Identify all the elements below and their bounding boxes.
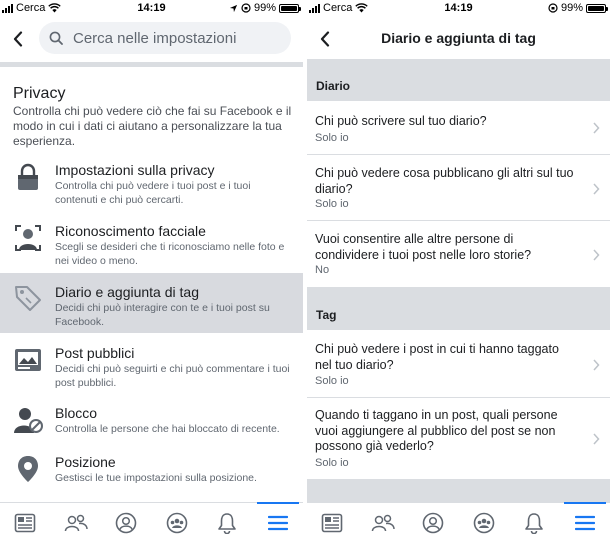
news-feed-icon xyxy=(14,513,36,532)
menu-icon xyxy=(267,515,288,530)
friends-icon xyxy=(64,514,88,531)
battery-percent: 99% xyxy=(560,2,583,14)
groups-icon xyxy=(166,512,188,533)
block-user-icon xyxy=(14,408,43,433)
setting-public-posts[interactable]: Post pubblici Decidi chi può seguirti e … xyxy=(0,339,303,399)
tab-profile[interactable] xyxy=(408,503,459,542)
chevron-left-icon xyxy=(13,31,23,47)
privacy-section-title: Privacy xyxy=(13,85,66,102)
setting-row[interactable]: Vuoi consentire alle altre persone di co… xyxy=(307,221,610,288)
row-value: Solo io xyxy=(315,198,349,210)
profile-icon xyxy=(115,512,137,533)
setting-description: Decidi chi può interagire con te e i tuo… xyxy=(55,302,270,328)
chevron-right-icon xyxy=(593,249,600,261)
setting-face-recognition[interactable]: Riconoscimento facciale Scegli se deside… xyxy=(0,217,303,277)
groups-icon xyxy=(473,512,495,533)
setting-privacy-settings[interactable]: Impostazioni sulla privacy Controlla chi… xyxy=(0,156,303,216)
orientation-lock-icon xyxy=(548,3,558,13)
tab-friends[interactable] xyxy=(358,503,409,542)
row-title: Quando ti taggano in un post, quali pers… xyxy=(315,408,558,453)
back-button[interactable] xyxy=(0,17,36,61)
row-title: Vuoi consentire alle altre persone di co… xyxy=(315,232,532,262)
status-bar: Cerca 14:19 99% xyxy=(0,0,303,17)
row-value: Solo io xyxy=(315,132,349,144)
news-feed-icon xyxy=(321,513,343,532)
row-title: Chi può vedere cosa pubblicano gli altri… xyxy=(315,166,574,196)
section-header-tag: Tag xyxy=(307,288,610,330)
page-title: Diario e aggiunta di tag xyxy=(381,30,536,46)
search-bar[interactable] xyxy=(39,22,291,54)
setting-description: Decidi chi può seguirti e chi può commen… xyxy=(55,363,290,389)
chevron-right-icon xyxy=(593,359,600,371)
row-value: Solo io xyxy=(315,457,349,469)
row-title: Chi può vedere i post in cui ti hanno ta… xyxy=(315,342,559,372)
setting-title: Posizione xyxy=(55,454,116,470)
setting-description: Controlla chi può vedere i tuoi post e i… xyxy=(55,180,251,206)
tab-bar xyxy=(0,502,303,542)
row-title: Chi può scrivere sul tuo diario? xyxy=(315,114,487,128)
setting-title: Post pubblici xyxy=(55,345,135,361)
lock-icon xyxy=(18,163,38,190)
tag-icon xyxy=(15,286,41,311)
tab-news-feed[interactable] xyxy=(0,503,51,542)
tab-friends[interactable] xyxy=(51,503,102,542)
setting-description: Controlla le persone che hai bloccato di… xyxy=(55,423,280,435)
setting-row[interactable]: Chi può scrivere sul tuo diario? Solo io xyxy=(307,101,610,155)
orientation-lock-icon xyxy=(241,3,251,13)
status-right: 99% xyxy=(548,2,608,14)
timeline-tagging-screen: Cerca 14:19 99% Diario e aggiunta di tag… xyxy=(307,0,610,542)
setting-description: Gestisci le tue impostazioni sulla posiz… xyxy=(55,472,257,484)
section-header-timeline: Diario xyxy=(307,59,610,101)
settings-header xyxy=(0,17,303,61)
setting-row[interactable]: Quando ti taggano in un post, quali pers… xyxy=(307,398,610,480)
row-value: Solo io xyxy=(315,375,349,387)
setting-title: Riconoscimento facciale xyxy=(55,223,206,239)
privacy-section-description: Controlla chi può vedere ciò che fai su … xyxy=(13,104,292,148)
search-icon xyxy=(49,31,63,45)
battery-icon xyxy=(279,3,301,13)
battery-icon xyxy=(586,3,608,13)
face-recognition-icon xyxy=(15,225,41,251)
notifications-bell-icon xyxy=(525,512,544,534)
setting-row[interactable]: Chi può vedere i post in cui ti hanno ta… xyxy=(307,330,610,398)
notifications-bell-icon xyxy=(218,512,237,534)
setting-title: Impostazioni sulla privacy xyxy=(55,162,215,178)
tab-bar xyxy=(307,502,610,542)
location-pin-icon xyxy=(18,456,38,482)
header-separator xyxy=(0,62,303,67)
setting-location[interactable]: Posizione Gestisci le tue impostazioni s… xyxy=(0,448,303,508)
search-input[interactable] xyxy=(73,29,273,47)
profile-icon xyxy=(422,512,444,533)
chevron-right-icon xyxy=(593,122,600,134)
chevron-right-icon xyxy=(593,433,600,445)
chevron-right-icon xyxy=(593,183,600,195)
public-posts-icon xyxy=(15,349,41,371)
setting-row[interactable]: Chi può vedere cosa pubblicano gli altri… xyxy=(307,155,610,221)
setting-timeline-and-tagging[interactable]: Diario e aggiunta di tag Decidi chi può … xyxy=(0,273,303,333)
timeline-header: Diario e aggiunta di tag xyxy=(307,17,610,59)
menu-icon xyxy=(574,515,595,530)
settings-screen: Cerca 14:19 99% Privacy Controlla chi pu… xyxy=(0,0,303,542)
row-value: No xyxy=(315,264,330,276)
tab-notifications[interactable] xyxy=(509,503,560,542)
setting-title: Blocco xyxy=(55,405,98,421)
tab-news-feed[interactable] xyxy=(307,503,358,542)
status-right: 99% xyxy=(229,2,301,14)
setting-title: Diario e aggiunta di tag xyxy=(55,284,199,300)
tab-menu[interactable] xyxy=(253,502,304,542)
tab-groups[interactable] xyxy=(152,503,203,542)
battery-percent: 99% xyxy=(253,2,276,14)
tab-profile[interactable] xyxy=(101,503,152,542)
tab-notifications[interactable] xyxy=(202,503,253,542)
tab-groups[interactable] xyxy=(459,503,510,542)
setting-description: Scegli se desideri che ti riconosciamo n… xyxy=(55,241,285,267)
friends-icon xyxy=(371,514,395,531)
status-bar: Cerca 14:19 99% xyxy=(307,0,610,17)
location-arrow-icon xyxy=(229,4,238,12)
tab-menu[interactable] xyxy=(560,502,610,542)
